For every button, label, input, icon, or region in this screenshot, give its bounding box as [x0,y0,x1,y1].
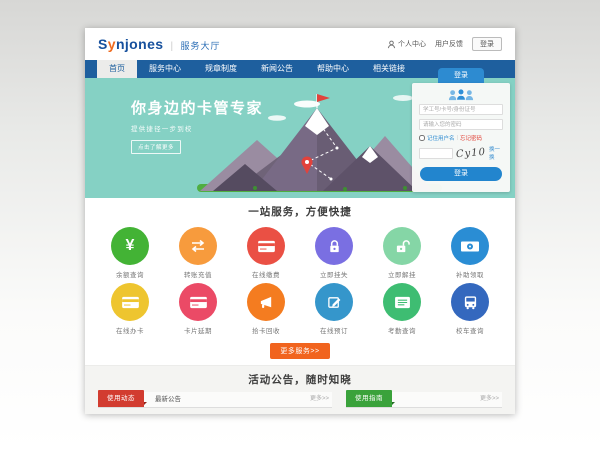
users-icon [447,88,475,101]
login-panel: 登录 记住用户名 | 忘记密码 [412,68,510,192]
service-label: 在线预订 [305,325,363,335]
services-section: 一站服务，方便快捷 ¥ 余额查询 转账充值 在线缴费 [85,198,515,365]
tab-latest-announcements[interactable]: 最新公告 [144,392,192,407]
logo-arrow-accent: y [108,36,116,52]
account-input[interactable] [419,104,503,115]
announcements-section: 活动公告，随时知晓 使用动态 最新公告 更多>> 使用指南 更多>> [85,365,515,414]
login-submit-button[interactable]: 登录 [420,167,502,181]
service-label: 拾卡回收 [237,325,295,335]
service-item-report-loss[interactable]: 立即挂失 [305,227,363,279]
service-label: 余额查询 [101,269,159,279]
nav-item-help-center[interactable]: 帮助中心 [305,60,361,78]
header: Synjones | 服务大厅 个人中心 用户反馈 登录 [85,28,515,60]
list-icon [383,283,421,321]
nav-item-news[interactable]: 新闻公告 [249,60,305,78]
user-feedback-link[interactable]: 用户反馈 [435,39,463,49]
service-label: 立即挂失 [305,269,363,279]
hero-banner: 你身边的卡管专家 提供捷径一步到校 点击了解更多 登录 [85,78,515,198]
header-login-button[interactable]: 登录 [472,37,502,51]
lock-icon [315,227,353,265]
megaphone-icon [247,283,285,321]
service-hall-page: Synjones | 服务大厅 个人中心 用户反馈 登录 首页 服务中心 规章制… [85,28,515,414]
right-tabbar: 使用指南 更多>> [346,392,502,408]
logo-text-suffix: njones [116,36,164,52]
site-subtitle: 服务大厅 [180,39,220,52]
service-label: 立即解挂 [373,269,431,279]
header-user-menu: 个人中心 用户反馈 登录 [387,37,502,51]
service-label: 在线办卡 [101,325,159,335]
announcements-left-panel: 使用动态 最新公告 更多>> [98,392,332,408]
announcements-row: 使用动态 最新公告 更多>> 使用指南 更多>> [85,392,515,408]
service-item-apply-card[interactable]: 在线办卡 [101,283,159,335]
service-item-attendance[interactable]: 考勤查询 [373,283,431,335]
nav-item-home[interactable]: 首页 [97,60,137,78]
service-item-unfreeze[interactable]: 立即解挂 [373,227,431,279]
personal-center-label: 个人中心 [398,39,426,49]
hero-cta-button[interactable]: 点击了解更多 [131,140,181,154]
service-label: 转账充值 [169,269,227,279]
forgot-password-link[interactable]: 忘记密码 [460,134,482,142]
announcements-title: 活动公告，随时知晓 [85,366,515,387]
service-label: 考勤查询 [373,325,431,335]
nav-item-service-center[interactable]: 服务中心 [137,60,193,78]
hero-title: 你身边的卡管专家 [131,97,263,118]
service-item-online-payment[interactable]: 在线缴费 [237,227,295,279]
nav-item-rules[interactable]: 规章制度 [193,60,249,78]
remember-label: 记住用户名 [427,134,455,142]
bus-icon [451,283,489,321]
nav-item-links[interactable]: 相关链接 [361,60,417,78]
service-label: 校车查询 [441,325,499,335]
hero-subtitle: 提供捷径一步到校 [131,123,263,133]
edit-icon [315,283,353,321]
banknote-icon [451,227,489,265]
service-label: 在线缴费 [237,269,295,279]
personal-center-link[interactable]: 个人中心 [387,39,426,49]
remember-divider: | [457,135,458,141]
service-item-card-renewal[interactable]: 卡片延期 [169,283,227,335]
service-item-transfer[interactable]: 转账充值 [169,227,227,279]
service-item-online-booking[interactable]: 在线预订 [305,283,363,335]
services-title: 一站服务，方便快捷 [85,198,515,219]
services-grid: ¥ 余额查询 转账充值 在线缴费 立即挂失 [85,219,515,339]
card-icon [247,227,285,265]
service-label: 卡片延期 [169,325,227,335]
announcements-right-panel: 使用指南 更多>> [346,392,502,408]
logo-text-prefix: S [98,36,108,52]
remember-row: 记住用户名 | 忘记密码 [419,134,503,142]
card-icon [179,283,217,321]
left-tabbar: 使用动态 最新公告 更多>> [98,392,332,408]
transfer-icon [179,227,217,265]
service-item-card-recovery[interactable]: 拾卡回收 [237,283,295,335]
remember-checkbox[interactable] [419,135,425,141]
service-item-subsidy[interactable]: 补助领取 [441,227,499,279]
service-item-school-bus[interactable]: 校车查询 [441,283,499,335]
user-feedback-label: 用户反馈 [435,39,463,49]
left-more-link[interactable]: 更多>> [310,392,332,407]
captcha-row: Cy10 换一换 [419,145,503,161]
captcha-image[interactable]: Cy10 [456,146,487,160]
service-item-balance[interactable]: ¥ 余额查询 [101,227,159,279]
login-form: 记住用户名 | 忘记密码 Cy10 换一换 登录 [412,83,510,192]
logo-divider: | [170,41,173,52]
captcha-input[interactable] [419,148,453,159]
person-icon [387,40,396,49]
tab-user-guide[interactable]: 使用指南 [346,390,392,407]
service-label: 补助领取 [441,269,499,279]
logo: Synjones | 服务大厅 [98,36,220,52]
tab-usage-news[interactable]: 使用动态 [98,390,144,407]
unlock-icon [383,227,421,265]
password-input[interactable] [419,119,503,130]
captcha-refresh-link[interactable]: 换一换 [489,145,503,161]
right-more-link[interactable]: 更多>> [480,392,502,407]
login-tab[interactable]: 登录 [438,68,484,83]
yen-icon: ¥ [111,227,149,265]
card-icon [111,283,149,321]
hero-copy: 你身边的卡管专家 提供捷径一步到校 点击了解更多 [131,97,263,154]
more-services-button[interactable]: 更多服务>> [270,343,329,359]
